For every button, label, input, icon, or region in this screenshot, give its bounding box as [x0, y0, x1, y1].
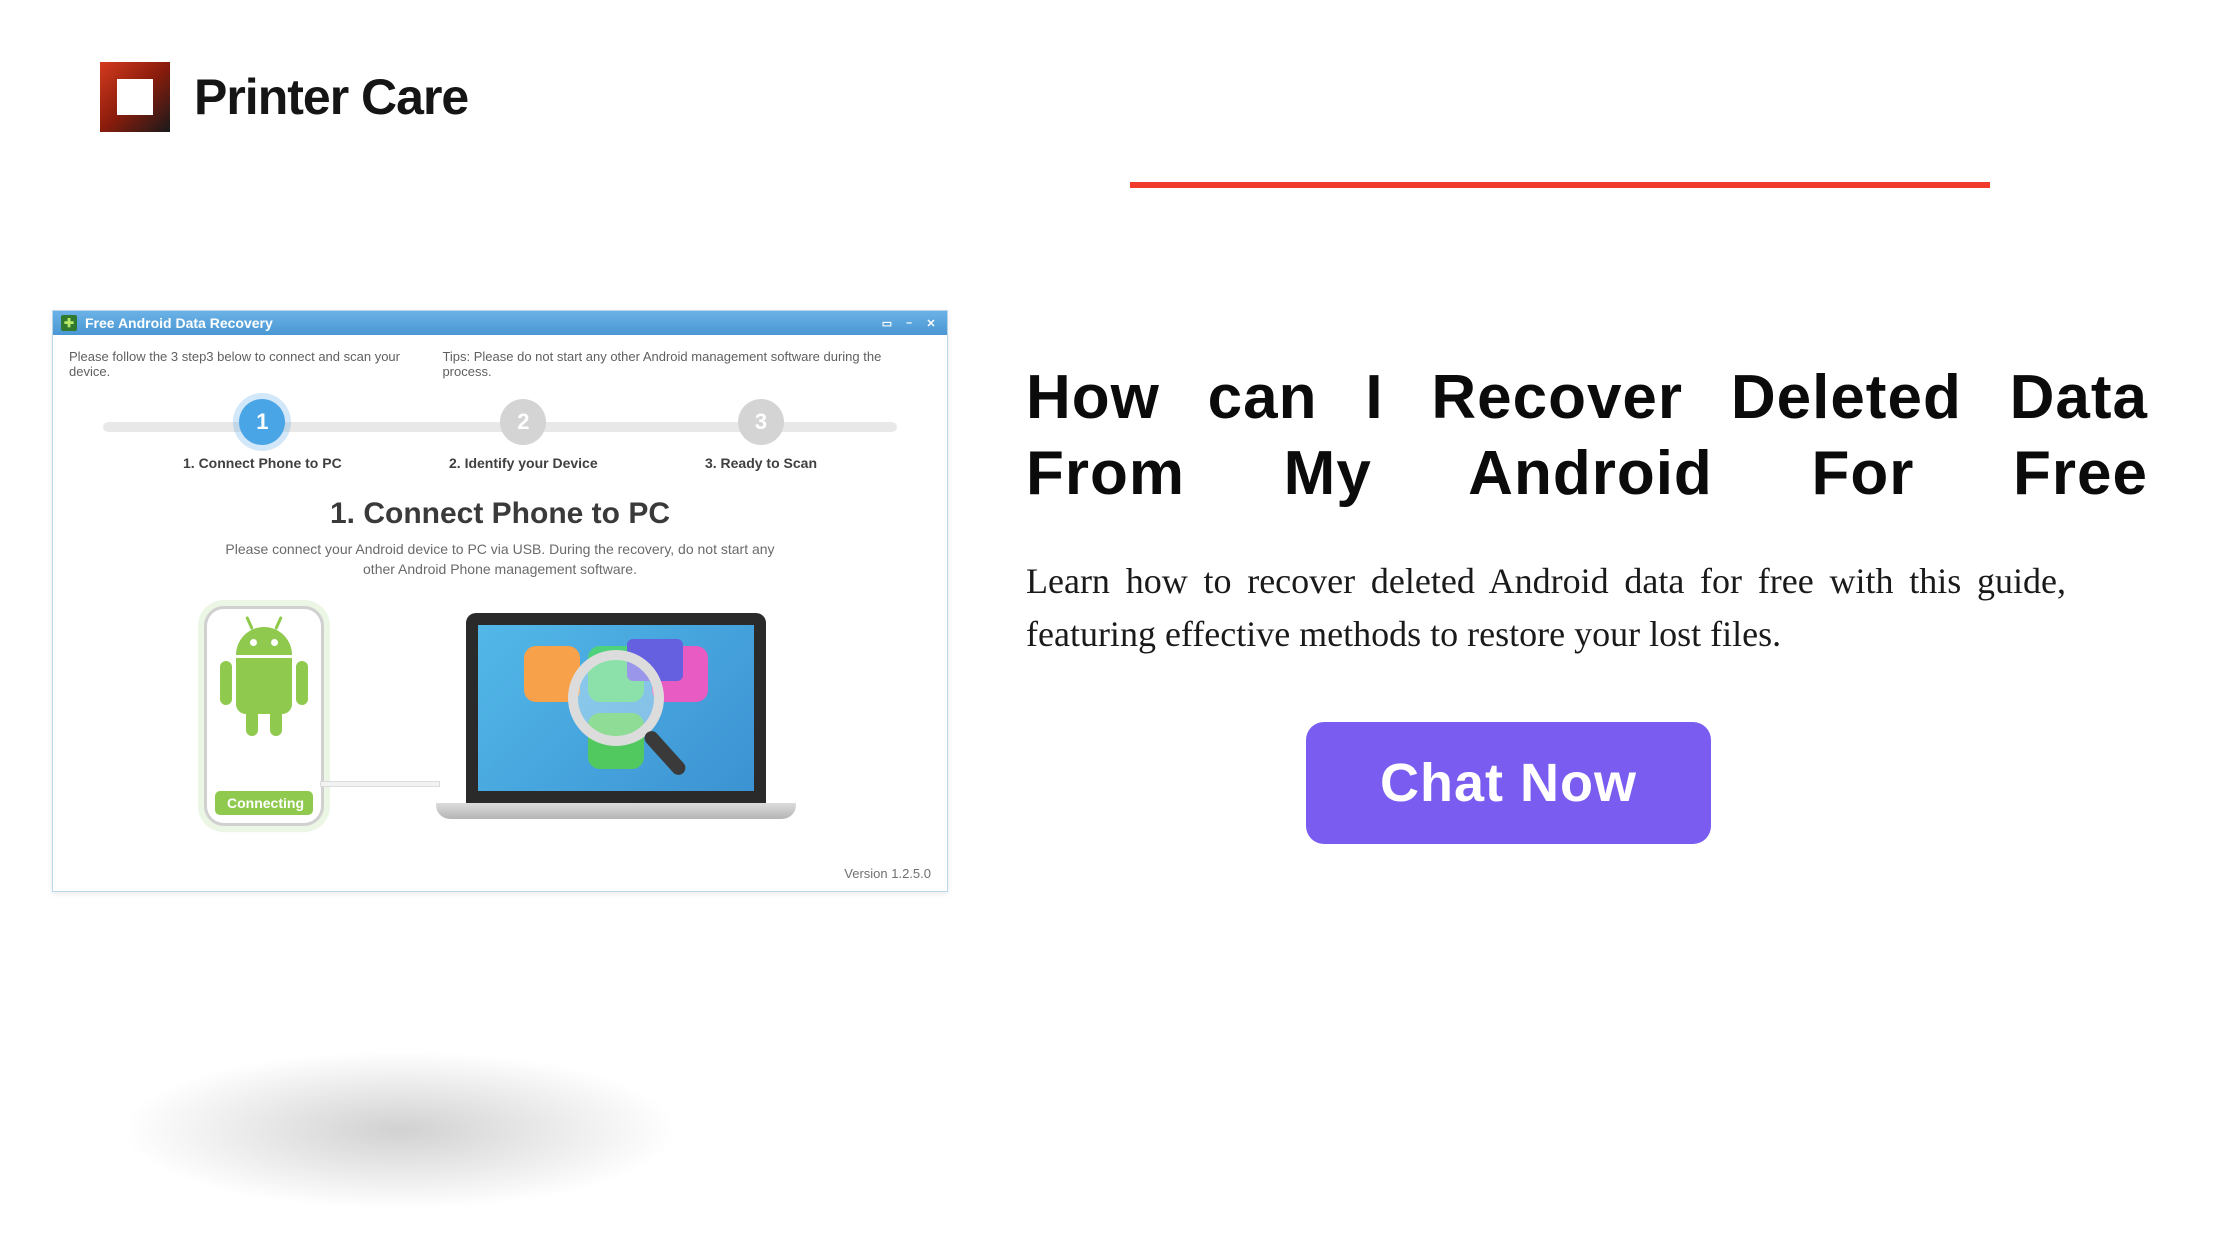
step-2-circle: 2 [500, 399, 546, 445]
instruction-left: Please follow the 3 step3 below to conne… [69, 349, 442, 379]
instruction-right: Tips: Please do not start any other Andr… [442, 349, 931, 379]
accent-divider [1130, 182, 1990, 188]
step-1: 1 1. Connect Phone to PC [183, 399, 342, 471]
phone-status-badge: Connecting [215, 791, 313, 815]
window-title: Free Android Data Recovery [85, 315, 879, 331]
device-illustration: Connecting [53, 606, 947, 826]
brand-logo-icon [100, 62, 170, 132]
article-subtext: Learn how to recover deleted Android dat… [1026, 555, 2066, 660]
window-titlebar: ✚ Free Android Data Recovery ▭ – ✕ [53, 311, 947, 335]
window-controls: ▭ – ✕ [879, 316, 939, 330]
version-label: Version 1.2.5.0 [844, 866, 931, 881]
minimize2-icon[interactable]: – [901, 316, 917, 330]
step-3-label: 3. Ready to Scan [705, 455, 817, 471]
steps-progress: 1 1. Connect Phone to PC 2 2. Identify y… [93, 399, 907, 471]
brand-name: Printer Care [194, 68, 468, 126]
phone-device: Connecting [204, 606, 324, 826]
step-1-circle: 1 [239, 399, 285, 445]
step-3: 3 3. Ready to Scan [705, 399, 817, 471]
step-2: 2 2. Identify your Device [449, 399, 598, 471]
brand-logo: Printer Care [100, 62, 468, 132]
usb-cable [320, 781, 440, 787]
instruction-row: Please follow the 3 step3 below to conne… [53, 335, 947, 389]
article-headline: How can I Recover Deleted Data From My A… [1026, 360, 2148, 511]
app-screenshot: ✚ Free Android Data Recovery ▭ – ✕ Pleas… [52, 310, 948, 892]
app-icon: ✚ [61, 315, 77, 331]
section-title: 1. Connect Phone to PC [53, 497, 947, 531]
android-icon [224, 627, 304, 714]
section-description: Please connect your Android device to PC… [220, 539, 780, 580]
close-icon[interactable]: ✕ [923, 316, 939, 330]
step-2-label: 2. Identify your Device [449, 455, 598, 471]
chat-now-button[interactable]: Chat Now [1306, 722, 1711, 844]
magnifier-icon [568, 650, 664, 746]
minimize-icon[interactable]: ▭ [879, 316, 895, 330]
laptop-device [436, 613, 796, 819]
step-1-label: 1. Connect Phone to PC [183, 455, 342, 471]
drop-shadow [120, 1050, 680, 1210]
step-3-circle: 3 [738, 399, 784, 445]
article-column: How can I Recover Deleted Data From My A… [1026, 360, 2148, 844]
